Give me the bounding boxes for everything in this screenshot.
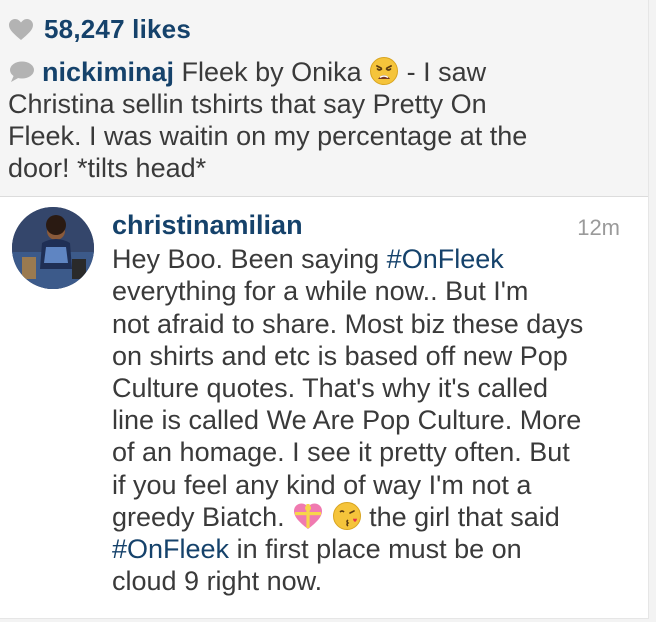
speech-bubble-icon [10, 61, 34, 82]
comment-text: the girl that said [361, 501, 560, 532]
caption-line: door! *tilts head* [8, 153, 207, 183]
comment-line: on shirts and etc is based off new Pop [112, 340, 568, 371]
avatar[interactable] [12, 207, 94, 289]
heart-icon [9, 18, 33, 40]
comment-text: in first place must be on [229, 534, 522, 565]
hashtag-link[interactable]: #OnFleek [112, 534, 229, 564]
instagram-post-detail: 58,247 likes nickiminaj Fleek by Onika -… [0, 0, 649, 619]
comment-line: of an homage. I see it pretty often. But [112, 437, 570, 468]
likes-count[interactable]: 58,247 likes [44, 14, 191, 45]
comment-line: Hey Boo. Been saying #OnFleek [112, 243, 632, 275]
caption-text-part1: Fleek by Onika [174, 57, 370, 87]
comment-line: everything for a while now.. But I'm [112, 276, 529, 307]
post-caption: nickiminaj Fleek by Onika - I saw Christ… [8, 56, 638, 184]
comment-line: #OnFleek in first place must be on [112, 533, 632, 565]
comment-line: greedy Biatch. the girl that said [112, 501, 632, 533]
avatar-image [12, 207, 94, 289]
comment-body: christinamilian Hey Boo. Been saying #On… [112, 209, 632, 597]
comment-line: not afraid to share. Most biz these days [112, 308, 584, 339]
hashtag-link[interactable]: #OnFleek [387, 244, 504, 274]
comment-text: greedy Biatch. [112, 501, 293, 532]
comment-line: cloud 9 right now. [112, 566, 323, 597]
post-info-section: 58,247 likes nickiminaj Fleek by Onika -… [0, 0, 648, 197]
weary-face-emoji-icon [370, 57, 399, 85]
heart-gift-emoji-icon [294, 503, 323, 529]
comment-line: Culture quotes. That's why it's called [112, 373, 549, 404]
comment-text: Hey Boo. Been saying [112, 244, 387, 275]
comment-username[interactable]: christinamilian [112, 209, 632, 241]
kissing-face-emoji-icon [332, 501, 361, 530]
caption-line: Fleek. I was waitin on my percentage at … [8, 121, 528, 151]
caption-username[interactable]: nickiminaj [42, 57, 174, 87]
caption-line: Christina sellin tshirts that say Pretty… [8, 89, 487, 119]
caption-text-part2: - I saw [399, 57, 487, 87]
comment-line: line is called We Are Pop Culture. More [112, 405, 582, 436]
comment-line: if you feel any kind of way I'm not a [112, 469, 532, 500]
comment-item: 12m christinamilian Hey Boo. Been saying… [0, 197, 648, 617]
likes-row[interactable]: 58,247 likes [8, 14, 191, 45]
